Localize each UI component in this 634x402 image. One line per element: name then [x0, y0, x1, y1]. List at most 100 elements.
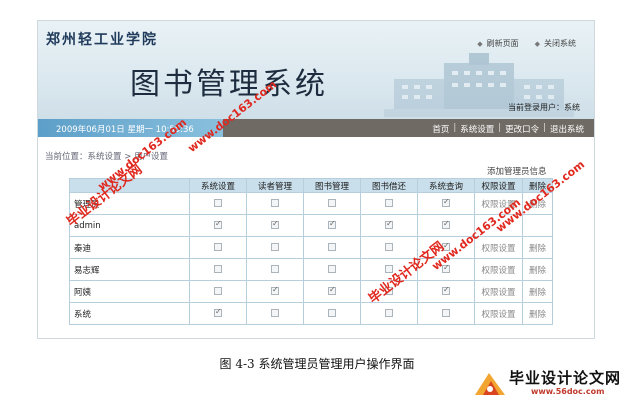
- col-header-delete: 删除: [522, 178, 553, 193]
- permission-checkbox[interactable]: [271, 199, 279, 207]
- nav-separator: |: [498, 123, 502, 133]
- col-header-name: [69, 178, 190, 193]
- permission-cell: [417, 214, 475, 237]
- permission-checkbox[interactable]: [385, 287, 393, 295]
- permission-checkbox[interactable]: [271, 285, 279, 295]
- school-name: 郑州轻工业学院: [46, 32, 158, 48]
- close-system-link[interactable]: ◆ 关闭系统: [535, 38, 576, 49]
- col-header-borrow-return: 图书借还: [360, 178, 418, 193]
- permission-cell: [360, 302, 418, 325]
- permission-cell: [417, 236, 475, 259]
- permission-checkbox[interactable]: [442, 219, 450, 229]
- permission-checkbox[interactable]: [328, 309, 336, 317]
- permission-checkbox[interactable]: [214, 219, 222, 229]
- permission-checkbox[interactable]: [385, 219, 393, 229]
- permission-checkbox[interactable]: [385, 309, 393, 317]
- permission-checkbox[interactable]: [385, 265, 393, 273]
- logo-icon: [475, 373, 505, 395]
- permission-cell: [360, 258, 418, 281]
- nav-system-settings[interactable]: 系统设置: [460, 123, 494, 135]
- current-user: 当前登录用户：系统: [508, 103, 580, 112]
- permission-checkbox[interactable]: [328, 219, 336, 229]
- delete-link[interactable]: 删除: [522, 236, 553, 259]
- permission-cell: [360, 192, 418, 215]
- permission-cell: [417, 302, 475, 325]
- nav-change-password[interactable]: 更改口令: [505, 123, 539, 135]
- delete-link[interactable]: 删除: [522, 302, 553, 325]
- set-permission-link[interactable]: 权限设置: [474, 302, 523, 325]
- permission-cell: [303, 214, 361, 237]
- refresh-label: 刷新页面: [486, 39, 519, 48]
- permission-checkbox[interactable]: [214, 199, 222, 207]
- user-name-cell: 秦迪: [69, 236, 190, 259]
- permission-checkbox[interactable]: [442, 285, 450, 295]
- delete-link[interactable]: 删除: [522, 258, 553, 281]
- permission-cell: [360, 214, 418, 237]
- user-permission-table: 系统设置 读者管理 图书管理 图书借还 系统查询 权限设置 删除 管理员权限设置…: [69, 178, 553, 325]
- table-row: 阿姨 权限设置删除: [69, 280, 553, 303]
- permission-cell: [360, 236, 418, 259]
- logo-text: 毕业设计论文网: [509, 369, 622, 387]
- nav-home[interactable]: 首页: [432, 123, 449, 135]
- permission-checkbox[interactable]: [271, 309, 279, 317]
- permission-checkbox[interactable]: [442, 263, 450, 273]
- set-permission-link[interactable]: 权限设置: [474, 258, 523, 281]
- permission-checkbox[interactable]: [214, 243, 222, 251]
- permission-checkbox[interactable]: [385, 243, 393, 251]
- permission-checkbox[interactable]: [442, 241, 450, 251]
- permission-cell: [189, 236, 247, 259]
- permission-checkbox[interactable]: [271, 243, 279, 251]
- permission-checkbox[interactable]: [442, 197, 450, 207]
- permission-checkbox[interactable]: [328, 285, 336, 295]
- permission-cell: [246, 236, 304, 259]
- col-header-book-mgmt: 图书管理: [303, 178, 361, 193]
- permission-cell: [246, 258, 304, 281]
- set-permission-link[interactable]: 权限设置: [474, 280, 523, 303]
- refresh-link[interactable]: ◆ 刷新页面: [477, 38, 518, 49]
- permission-checkbox[interactable]: [214, 287, 222, 295]
- permission-cell: [417, 192, 475, 215]
- permission-checkbox[interactable]: [328, 243, 336, 251]
- permission-checkbox[interactable]: [385, 199, 393, 207]
- table-row: 易志辉 权限设置删除: [69, 258, 553, 281]
- user-name-cell: 易志辉: [69, 258, 190, 281]
- permission-checkbox[interactable]: [214, 265, 222, 273]
- permission-checkbox[interactable]: [271, 219, 279, 229]
- col-header-system-query: 系统查询: [417, 178, 475, 193]
- col-header-permission: 权限设置: [474, 178, 523, 193]
- set-permission-link[interactable]: [474, 214, 523, 237]
- table-row: 秦迪 权限设置删除: [69, 236, 553, 259]
- permission-cell: [189, 280, 247, 303]
- permission-checkbox[interactable]: [271, 265, 279, 273]
- nav-separator: |: [543, 123, 546, 133]
- delete-link[interactable]: 删除: [522, 280, 553, 303]
- permission-cell: [303, 258, 361, 281]
- delete-link[interactable]: 删除: [522, 192, 553, 215]
- top-links: ◆ 刷新页面 ◆ 关闭系统: [477, 38, 576, 49]
- add-admin-link[interactable]: 添加管理员信息: [487, 165, 547, 177]
- permission-cell: [246, 302, 304, 325]
- logo-url: www.56doc.com: [531, 387, 605, 396]
- set-permission-link[interactable]: 权限设置: [474, 236, 523, 259]
- nav-logout[interactable]: 退出系统: [550, 123, 584, 135]
- delete-link[interactable]: [522, 214, 553, 237]
- table-body: 管理员权限设置删除admin秦迪权限设置删除易志辉权限设置删除阿姨权限设置删除系…: [69, 192, 553, 325]
- permission-checkbox[interactable]: [328, 199, 336, 207]
- permission-cell: [303, 280, 361, 303]
- permission-cell: [417, 258, 475, 281]
- table-row: 系统 权限设置删除: [69, 302, 553, 325]
- set-permission-link[interactable]: 权限设置: [474, 192, 523, 215]
- permission-checkbox[interactable]: [214, 307, 222, 317]
- permission-checkbox[interactable]: [328, 265, 336, 273]
- user-name-cell: 系统: [69, 302, 190, 325]
- user-name-cell: 管理员: [69, 192, 190, 215]
- close-system-label: 关闭系统: [544, 39, 576, 48]
- bullet-icon: ◆: [534, 39, 540, 48]
- banner: 郑州轻工业学院 图书管理系统 ◆ 刷新页面 ◆ 关闭系统 当前登录用户：系统: [38, 21, 594, 119]
- permission-cell: [246, 280, 304, 303]
- permission-checkbox[interactable]: [442, 309, 450, 317]
- permission-cell: [189, 192, 247, 215]
- permission-cell: [303, 192, 361, 215]
- site-logo: 毕业设计论文网 www.56doc.com: [471, 367, 626, 399]
- table-header-row: 系统设置 读者管理 图书管理 图书借还 系统查询 权限设置 删除: [69, 178, 553, 193]
